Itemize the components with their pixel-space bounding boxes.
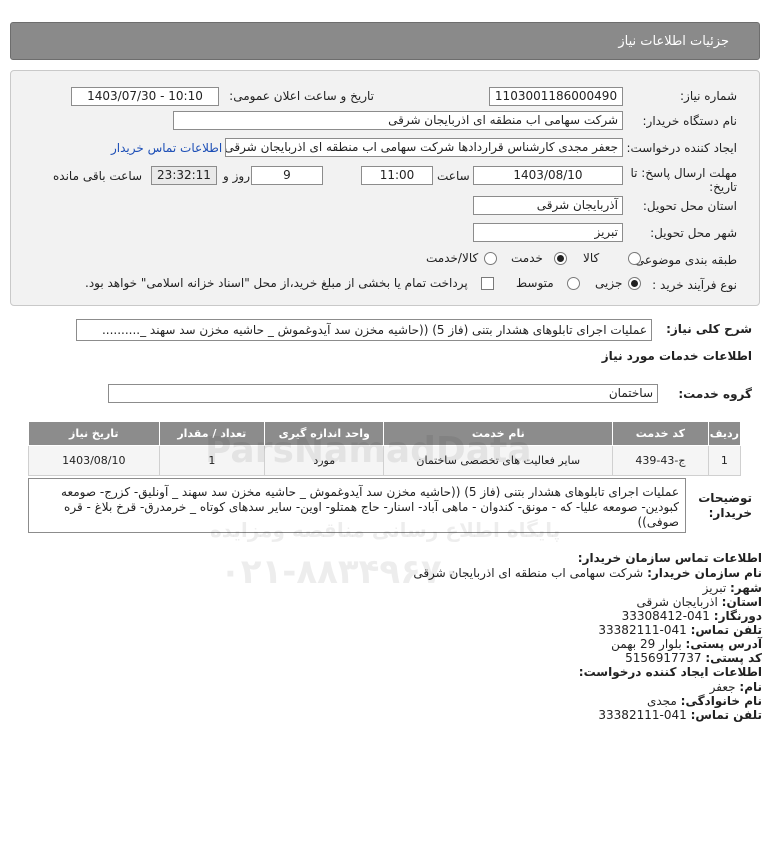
service-group-label: گروه خدمت: — [678, 387, 752, 401]
contact-province-label: استان: — [721, 595, 762, 609]
contact-address-row: آدرس پستی: بلوار 29 بهمن — [611, 637, 762, 651]
creator-family-value: مجدی — [646, 694, 677, 708]
deadline-date-field: 1403/08/10 — [473, 166, 623, 185]
creator-name-label: نام: — [739, 680, 762, 694]
contact-city-value: تبریز — [702, 581, 727, 595]
contact-postal-label: کد پستی: — [705, 651, 762, 665]
days-field: 9 — [251, 166, 323, 185]
category-radio-service[interactable] — [554, 252, 567, 265]
city-label: شهر محل تحویل: — [650, 226, 737, 240]
contact-address-value: بلوار 29 بهمن — [611, 637, 682, 651]
cell-need-date: 1403/08/10 — [28, 445, 160, 476]
contact-phone-value: 041-33382111 — [598, 623, 687, 637]
contact-org-row: نام سازمان خریدار: شرکت سهامی اب منطقه ا… — [413, 566, 762, 580]
city-field: تبریز — [473, 223, 623, 242]
need-info-panel: شماره نیاز: 1103001186000490 تاریخ و ساع… — [10, 70, 760, 306]
contact-fax-label: دورنگار: — [713, 609, 762, 623]
remaining-time-field: 23:32:11 — [151, 166, 217, 185]
category-option-goods: کالا — [583, 251, 600, 265]
contact-fax-value: 041-33308412 — [621, 609, 710, 623]
buyer-notes-text: عملیات اجرای تابلوهای هشدار بتنی (فاز 5)… — [28, 478, 686, 533]
category-radio-goods[interactable] — [628, 252, 641, 265]
treasury-payment-text: پرداخت تمام یا بخشی از مبلغ خرید،از محل … — [85, 276, 468, 290]
buyer-label: نام دستگاه خریدار: — [642, 114, 738, 128]
contact-phone-row: تلفن تماس: 041-33382111 — [598, 623, 762, 637]
buyer-contact-link[interactable]: اطلاعات تماس خریدار — [111, 141, 222, 155]
days-label: روز و — [223, 169, 250, 183]
page-title: جزئیات اطلاعات نیاز — [618, 33, 729, 49]
contact-fax-row: دورنگار: 041-33308412 — [622, 609, 762, 623]
creator-name-value: جعفر — [709, 680, 736, 694]
creator-field: جعفر مجدی کارشناس قراردادها شرکت سهامی ا… — [225, 138, 623, 157]
process-option-medium: متوسط — [516, 276, 554, 290]
cell-service-name: سایر فعالیت های تخصصی ساختمان — [383, 445, 614, 476]
process-option-minor: جزیی — [595, 276, 623, 290]
col-need-date: تاریخ نیاز — [28, 421, 160, 446]
contact-title: اطلاعات تماس سازمان خریدار: — [577, 551, 762, 565]
col-row-number: ردیف — [707, 421, 742, 446]
creator-phone-value: 041-33382111 — [598, 708, 687, 722]
province-label: استان محل تحویل: — [642, 199, 737, 213]
services-section-title: اطلاعات خدمات مورد نیاز — [601, 349, 752, 363]
cell-unit: مورد — [264, 445, 385, 476]
creator-label: ایجاد کننده درخواست: — [626, 141, 737, 155]
col-unit: واحد اندازه گیری — [264, 421, 385, 446]
contact-address-label: آدرس پستی: — [685, 637, 762, 651]
contact-phone-label: تلفن تماس: — [690, 623, 762, 637]
table-header-row: ردیف کد خدمت نام خدمت واحد اندازه گیری ت… — [28, 421, 742, 446]
contact-city-label: شهر: — [730, 581, 762, 595]
buyer-notes-label-2: خریدار: — [708, 506, 752, 520]
contact-province-value: اذربایجان شرقی — [636, 595, 718, 609]
summary-label: شرح کلی نیاز: — [666, 322, 752, 336]
services-table: ردیف کد خدمت نام خدمت واحد اندازه گیری ت… — [28, 421, 742, 476]
deadline-time-label: ساعت — [437, 169, 470, 183]
announce-field: 1403/07/30 - 10:10 — [71, 87, 219, 106]
col-service-code: کد خدمت — [612, 421, 709, 446]
process-radio-medium[interactable] — [567, 277, 580, 290]
need-number-label: شماره نیاز: — [680, 89, 737, 103]
creator-phone-row: تلفن تماس: 041-33382111 — [598, 708, 762, 722]
cell-row-number: 1 — [707, 445, 742, 476]
creator-info-title: اطلاعات ایجاد کننده درخواست: — [578, 665, 762, 679]
creator-phone-label: تلفن تماس: — [690, 708, 762, 722]
creator-name-row: نام: جعفر — [710, 680, 762, 694]
service-group-field: ساختمان — [108, 384, 658, 403]
category-label: طبقه بندی موضوعی: — [630, 253, 737, 267]
buyer-notes-label: توضیحات — [698, 491, 752, 505]
process-label: نوع فرآیند خرید : — [652, 278, 737, 292]
summary-field: عملیات اجرای تابلوهای هشدار بتنی (فاز 5)… — [76, 319, 652, 341]
contact-org-label: نام سازمان خریدار: — [647, 566, 762, 580]
page-header: جزئیات اطلاعات نیاز — [10, 22, 760, 60]
cell-quantity: 1 — [158, 445, 266, 476]
col-service-name: نام خدمت — [383, 421, 614, 446]
province-field: آذربایجان شرقی — [473, 196, 623, 215]
category-option-goods-service: کالا/خدمت — [426, 251, 479, 265]
deadline-time-field: 11:00 — [361, 166, 433, 185]
contact-city-row: شهر: تبریز — [703, 581, 762, 595]
contact-province-row: استان: اذربایجان شرقی — [637, 595, 762, 609]
deadline-date-label: تاریخ: — [709, 180, 737, 194]
need-number-field: 1103001186000490 — [489, 87, 623, 106]
contact-postal-value: 5156917737 — [625, 651, 702, 665]
remaining-label: ساعت باقی مانده — [53, 169, 143, 183]
cell-service-code: ج-43-439 — [612, 445, 709, 476]
contact-postal-row: کد پستی: 5156917737 — [625, 651, 762, 665]
creator-family-row: نام خانوادگی: مجدی — [647, 694, 762, 708]
announce-label: تاریخ و ساعت اعلان عمومی: — [229, 89, 374, 103]
treasury-payment-checkbox[interactable] — [481, 277, 494, 290]
creator-family-label: نام خانوادگی: — [680, 694, 762, 708]
col-quantity: تعداد / مقدار — [158, 421, 266, 446]
process-radio-minor[interactable] — [628, 277, 641, 290]
category-radio-goods-service[interactable] — [484, 252, 497, 265]
contact-org-value: شرکت سهامی اب منطقه ای اذربایجان شرقی — [413, 566, 644, 580]
category-option-service: خدمت — [511, 251, 543, 265]
buyer-field: شرکت سهامی اب منطقه ای اذربایجان شرقی — [173, 111, 623, 130]
table-row: 1 ج-43-439 سایر فعالیت های تخصصی ساختمان… — [28, 445, 742, 476]
deadline-label: مهلت ارسال پاسخ: تا — [630, 166, 737, 180]
